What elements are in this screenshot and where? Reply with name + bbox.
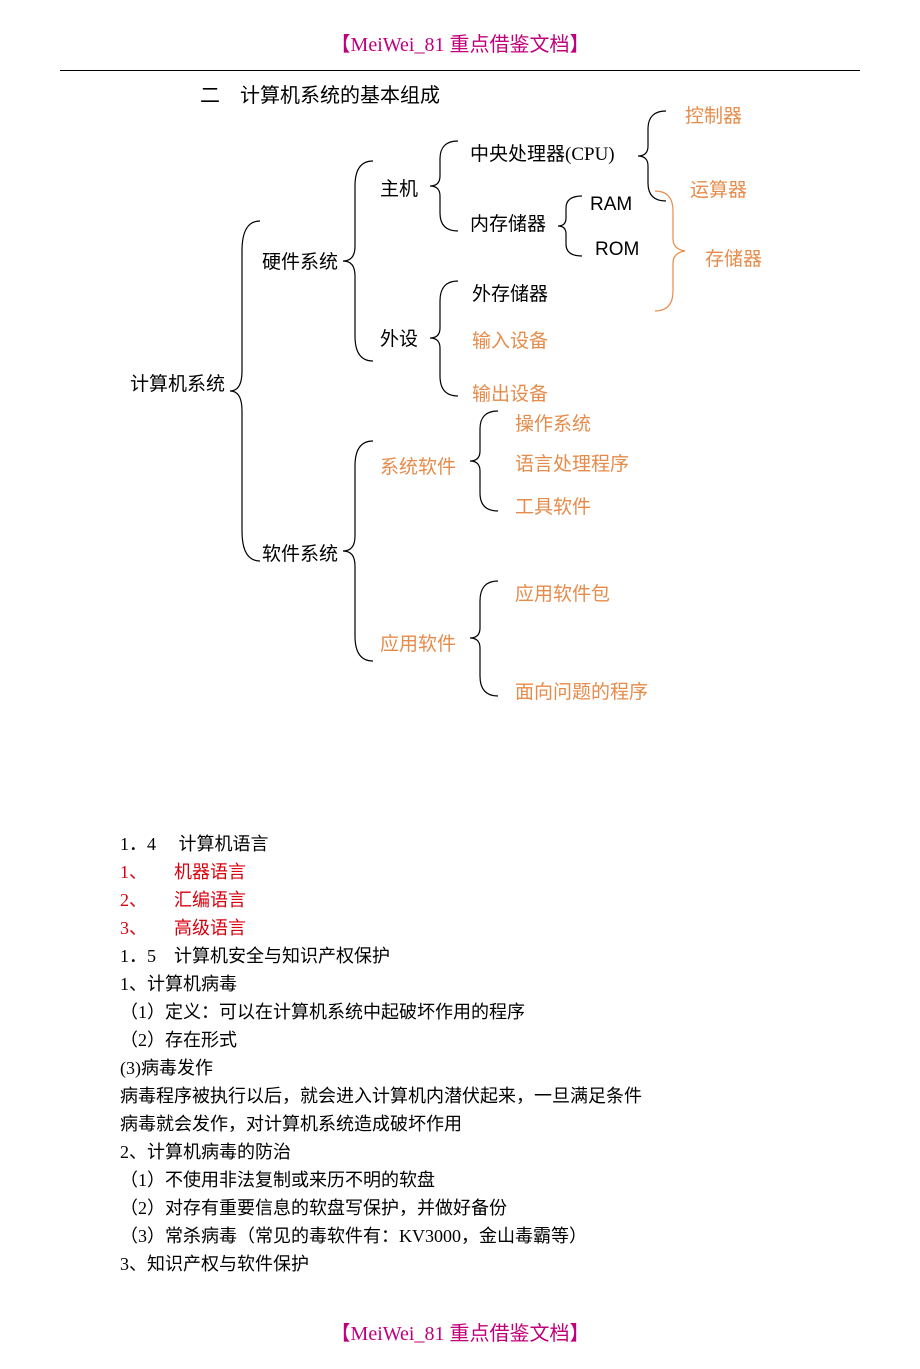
line-1-4: 1．4 计算机语言 (120, 831, 800, 858)
node-periph: 外设 (380, 326, 418, 355)
node-storage: 存储器 (705, 246, 762, 275)
bracket-host (430, 141, 465, 231)
line-high-lang: 3、 高级语言 (120, 915, 800, 942)
bracket-appsw (470, 581, 505, 696)
node-software: 软件系统 (262, 541, 338, 570)
node-host: 主机 (380, 176, 418, 205)
line-virus: 1、计算机病毒 (120, 971, 800, 998)
line-machine-lang: 1、 机器语言 (120, 859, 800, 886)
node-cpu: 中央处理器(CPU) (470, 141, 615, 170)
node-sys-sw: 系统软件 (380, 454, 456, 483)
node-output-dev: 输出设备 (472, 381, 548, 410)
bracket-ram (558, 196, 588, 256)
line-form: （2）存在形式 (120, 1027, 800, 1054)
bracket-periph (430, 281, 465, 396)
line-attack: (3)病毒发作 (120, 1055, 800, 1082)
line-prevent: 2、计算机病毒的防治 (120, 1139, 800, 1166)
node-controller: 控制器 (685, 103, 742, 132)
bracket-cpu (638, 111, 673, 201)
body-text: 1．4 计算机语言 1、 机器语言 2、 汇编语言 3、 高级语言 1．5 计算… (120, 831, 800, 1278)
line-p1: （1）不使用非法复制或来历不明的软盘 (120, 1167, 800, 1194)
node-alu: 运算器 (690, 177, 747, 206)
page-header: 【MeiWei_81 重点借鉴文档】 (60, 0, 860, 71)
page-footer: 【MeiWei_81 重点借鉴文档】 (0, 1279, 920, 1369)
line-desc2: 病毒就会发作，对计算机系统造成破坏作用 (120, 1111, 800, 1138)
bracket-storage (655, 191, 697, 311)
line-p2: （2）对存有重要信息的软盘写保护，并做好备份 (120, 1195, 800, 1222)
node-input-dev: 输入设备 (472, 328, 548, 357)
node-app-sw: 应用软件 (380, 631, 456, 660)
node-lang-proc: 语言处理程序 (515, 451, 629, 480)
line-p3: （3）常杀病毒（常见的毒软件有：KV3000，金山毒霸等） (120, 1223, 800, 1250)
node-prob-prog: 面向问题的程序 (515, 679, 648, 708)
bracket-hw (343, 161, 383, 361)
line-ip: 3、知识产权与软件保护 (120, 1251, 800, 1278)
node-app-pack: 应用软件包 (515, 581, 610, 610)
line-def: （1）定义：可以在计算机系统中起破坏作用的程序 (120, 999, 800, 1026)
section-title: 二 计算机系统的基本组成 (200, 81, 920, 111)
node-mem-in: 内存储器 (470, 211, 546, 240)
node-rom: ROM (595, 236, 639, 265)
node-tool-sw: 工具软件 (515, 494, 591, 523)
line-asm-lang: 2、 汇编语言 (120, 887, 800, 914)
node-os: 操作系统 (515, 411, 591, 440)
bracket-syssw (470, 411, 505, 511)
line-1-5: 1．5 计算机安全与知识产权保护 (120, 943, 800, 970)
bracket-sw (343, 441, 383, 661)
node-root: 计算机系统 (130, 371, 225, 400)
node-ext-storage: 外存储器 (472, 281, 548, 310)
node-hardware: 硬件系统 (262, 249, 338, 278)
line-desc1: 病毒程序被执行以后，就会进入计算机内潜伏起来，一旦满足条件 (120, 1083, 800, 1110)
diagram: 计算机系统 硬件系统 软件系统 主机 外设 中央处理器(CPU) 内存储器 RA… (60, 111, 860, 711)
node-ram: RAM (590, 191, 632, 220)
